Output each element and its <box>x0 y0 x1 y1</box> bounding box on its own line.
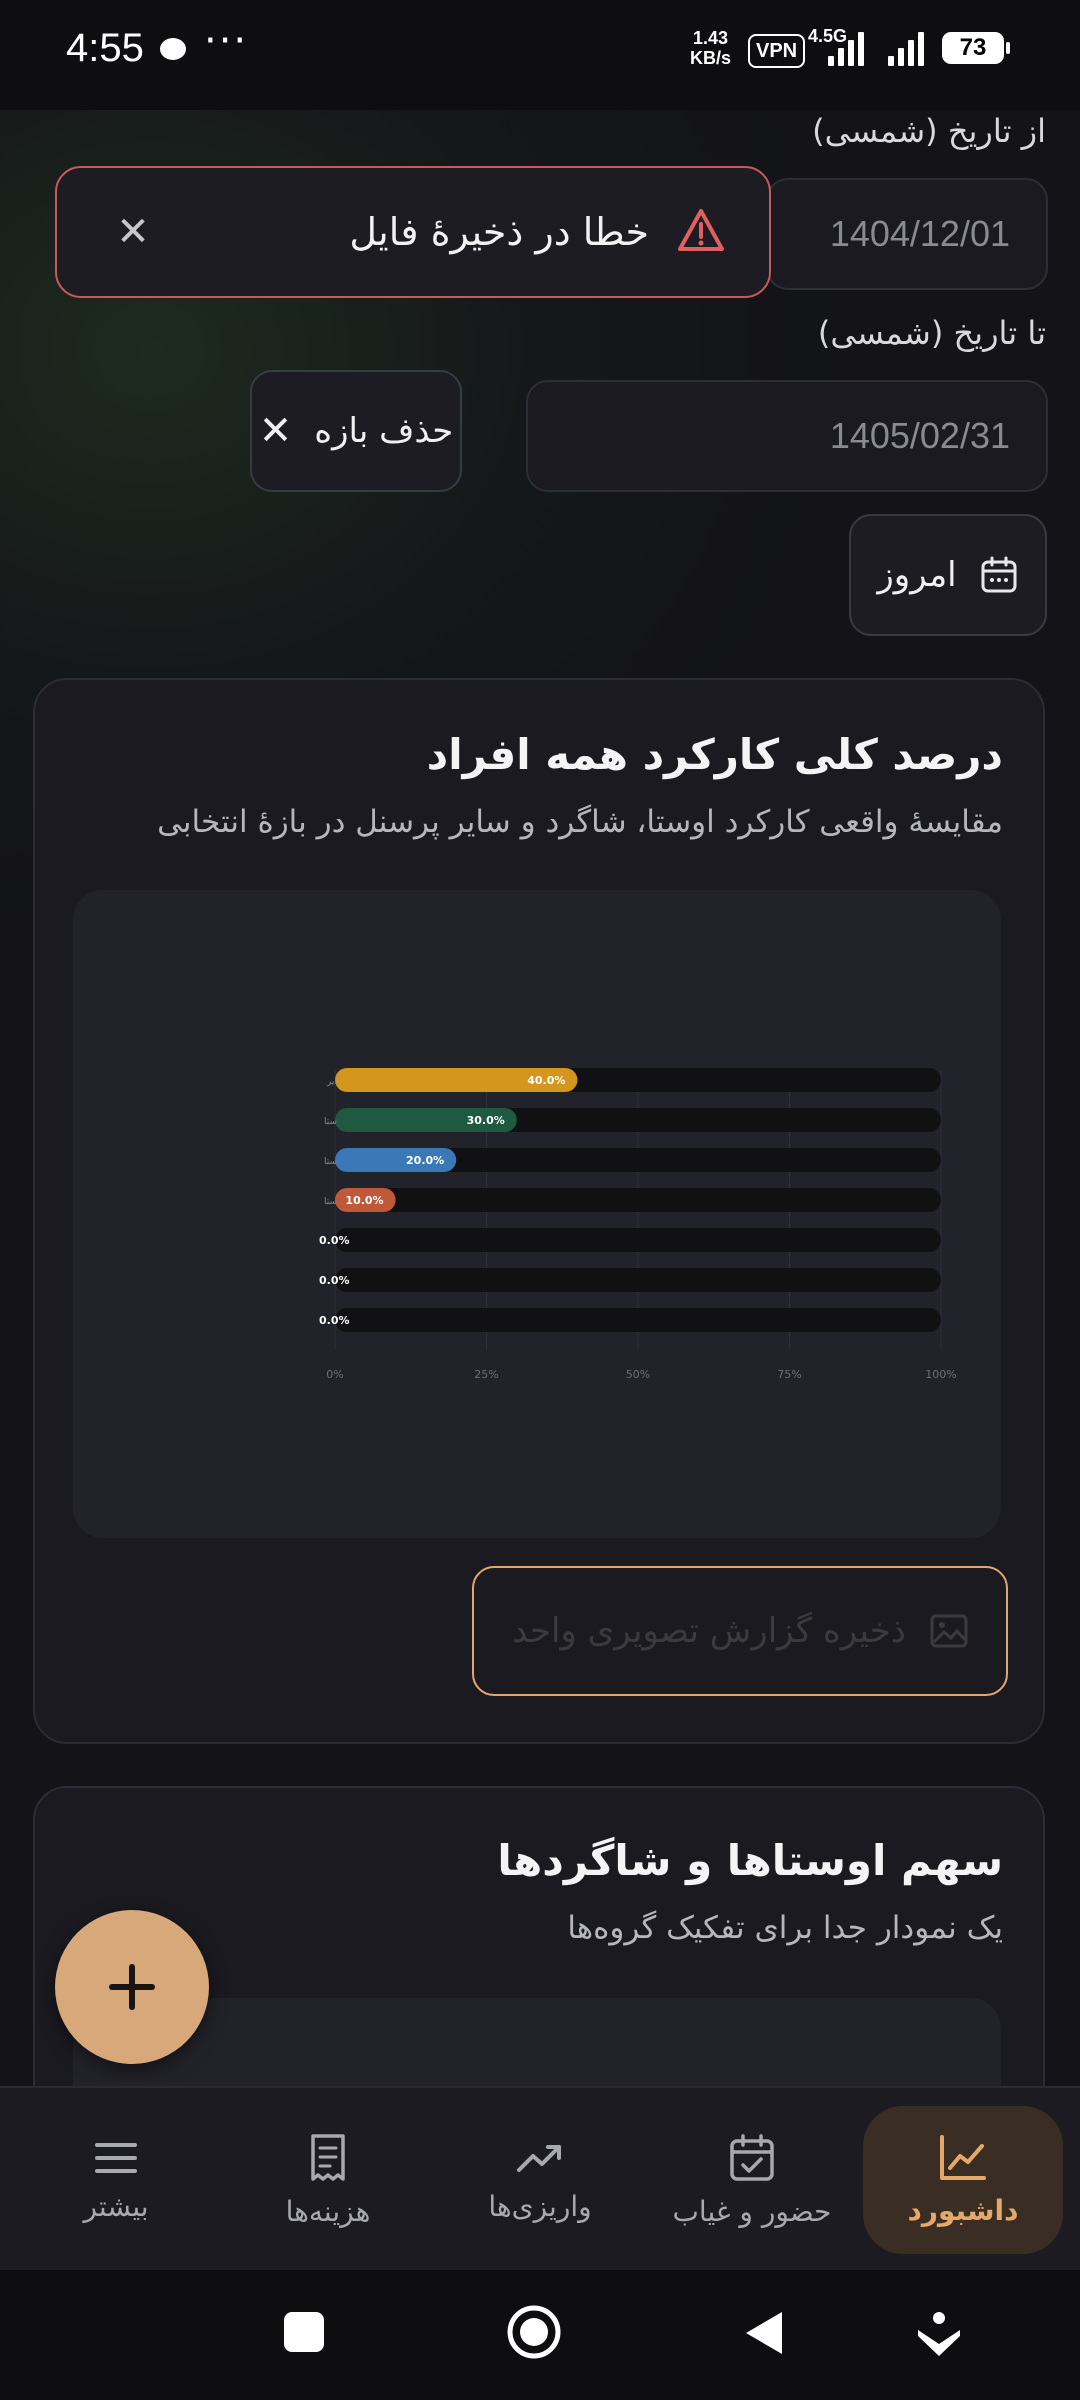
vpn-badge: VPN <box>748 34 806 68</box>
calendar-icon <box>981 556 1017 593</box>
home-icon <box>507 2305 561 2359</box>
calendar-check-icon <box>730 2133 774 2181</box>
nav-dashboard[interactable]: داشبورد <box>863 2088 1063 2272</box>
battery-icon: 73 <box>942 32 1010 64</box>
bar-value-label: 0.0% <box>319 1314 350 1327</box>
today-button[interactable]: امروز <box>849 514 1047 636</box>
signal-icon-2 <box>888 30 928 66</box>
accessibility-icon <box>918 2312 960 2356</box>
nav-label: حضور و غیاب <box>672 2194 832 2228</box>
bar-track <box>335 1188 941 1212</box>
category-label: ایر <box>326 1077 337 1087</box>
x-tick-label: 75% <box>777 1368 801 1381</box>
save-button-label: ذخیره گزارش تصویری واحد <box>512 1611 906 1651</box>
menu-icon <box>95 2142 137 2173</box>
warning-icon <box>678 209 724 251</box>
bar-track <box>335 1268 941 1292</box>
toast-message: خطا در ذخیرهٔ فایل <box>349 210 649 254</box>
category-label: ستا <box>324 1197 337 1207</box>
close-icon[interactable]: ✕ <box>109 208 157 256</box>
image-icon <box>930 1614 968 1648</box>
status-time: 4:55 <box>66 26 144 70</box>
more-notifications-icon: ··· <box>204 18 249 64</box>
back-icon <box>746 2312 782 2354</box>
category-label: ستا <box>324 1157 337 1167</box>
today-label: امروز <box>877 555 957 595</box>
bar-track <box>335 1308 941 1332</box>
system-navigation-bar <box>0 2270 1080 2400</box>
to-date-field[interactable]: 1405/02/31 <box>526 380 1048 492</box>
x-tick-label: 25% <box>474 1368 498 1381</box>
bar-value-label: 0.0% <box>319 1234 350 1247</box>
back-button[interactable] <box>742 2308 786 2358</box>
chart-container: 0% 25% 50% 75% 100% 40.0% ایر 30.0% ستا 20.0% ستا 1… <box>73 890 1001 1538</box>
clear-range-label: حذف بازه <box>314 411 454 451</box>
from-date-value: 1404/12/01 <box>829 213 1010 254</box>
chat-notification-icon <box>160 38 186 60</box>
nav-attendance[interactable]: حضور و غیاب <box>652 2088 852 2272</box>
x-tick-label: 0% <box>326 1368 343 1381</box>
save-image-report-button[interactable]: ذخیره گزارش تصویری واحد <box>472 1566 1008 1696</box>
bar-value-label: 0.0% <box>319 1274 350 1287</box>
bottom-navigation: بیشتر هزینه‌ها واریزی‌ها حضور و غیاب <box>0 2086 1080 2272</box>
from-date-label: از تاریخ (شمسی) <box>812 112 1046 150</box>
receipt-icon <box>311 2133 345 2181</box>
to-date-label: تا تاریخ (شمسی) <box>817 314 1046 352</box>
to-date-value: 1405/02/31 <box>829 415 1010 456</box>
home-button[interactable] <box>506 2304 562 2360</box>
from-date-field[interactable]: 1404/12/01 <box>766 178 1048 290</box>
bar-value-label: 10.0% <box>345 1194 383 1207</box>
x-tick-label: 50% <box>626 1368 650 1381</box>
error-toast: خطا در ذخیرهٔ فایل ✕ <box>55 166 771 298</box>
clear-range-button[interactable]: حذف بازه ✕ <box>250 370 462 492</box>
card-title: سهم اوستاها و شاگردها <box>497 1836 1003 1885</box>
bar-chart: 0% 25% 50% 75% 100% 40.0% ایر 30.0% ستا 20.0% ستا 1… <box>319 1068 957 1381</box>
recents-button[interactable] <box>284 2312 324 2352</box>
bar-value-label: 40.0% <box>527 1074 565 1087</box>
nav-label: واریزی‌ها <box>488 2189 592 2223</box>
close-icon: ✕ <box>258 408 293 454</box>
card-subtitle: مقایسهٔ واقعی کارکرد اوستا، شاگرد و سایر… <box>157 804 1003 840</box>
nav-label: بیشتر <box>83 2189 149 2223</box>
network-speed: 1.43 KB/s <box>690 28 732 68</box>
accessibility-button[interactable] <box>914 2310 964 2360</box>
overall-work-card: درصد کلی کارکرد همه افراد مقایسهٔ واقعی … <box>33 678 1045 1744</box>
signal-icon <box>828 30 868 66</box>
card-subtitle: یک نمودار جدا برای تفکیک گروه‌ها <box>567 1910 1003 1946</box>
nav-deposits[interactable]: واریزی‌ها <box>440 2088 640 2272</box>
plus-icon <box>109 1964 155 2010</box>
category-label: ستا <box>324 1117 337 1127</box>
nav-more[interactable]: بیشتر <box>16 2088 216 2272</box>
bar-value-label: 20.0% <box>406 1154 444 1167</box>
x-tick-label: 100% <box>925 1368 956 1381</box>
nav-expenses[interactable]: هزینه‌ها <box>228 2088 428 2272</box>
bar-track <box>335 1228 941 1252</box>
card-title: درصد کلی کارکرد همه افراد <box>426 730 1003 779</box>
trend-icon <box>517 2144 561 2172</box>
nav-label: هزینه‌ها <box>285 2194 371 2228</box>
chart-icon <box>940 2134 986 2180</box>
status-bar: 4:55 ··· 1.43 KB/s VPN 4.5G 73 <box>0 0 1080 110</box>
nav-label: داشبورد <box>907 2193 1019 2227</box>
add-button[interactable] <box>55 1910 209 2064</box>
bar-value-label: 30.0% <box>467 1114 505 1127</box>
